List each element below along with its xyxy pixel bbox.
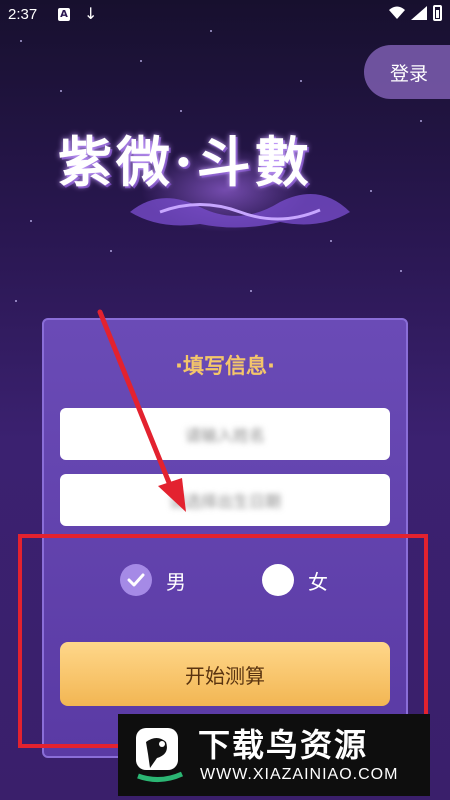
status-time: 2:37 [8, 6, 38, 23]
watermark-banner: 下载鸟资源 WWW.XIAZAINIAO.COM [118, 714, 430, 796]
signal-icon [411, 6, 427, 20]
app-logo: 紫微·斗數 [50, 110, 400, 230]
form-title: ·填写信息· [175, 354, 275, 378]
name-input[interactable]: 请输入姓名 [60, 408, 390, 460]
status-bar: 2:37 A ↓ [0, 0, 450, 30]
login-button[interactable]: 登录 [364, 45, 450, 99]
birth-input-value: 请选择出生日期 [168, 492, 281, 511]
name-input-value: 请输入姓名 [184, 426, 265, 445]
watermark-url: WWW.XIAZAINIAO.COM [200, 766, 399, 783]
accessibility-icon: A [58, 8, 70, 21]
download-icon: ↓ [84, 4, 98, 23]
battery-icon [433, 5, 442, 21]
birth-date-input[interactable]: 请选择出生日期 [60, 474, 390, 526]
logo-text: 紫微·斗數 [58, 130, 313, 194]
login-label: 登录 [389, 62, 428, 85]
wifi-icon [389, 6, 405, 19]
watermark-title: 下载鸟资源 [198, 726, 369, 764]
bird-logo-icon [136, 728, 184, 782]
